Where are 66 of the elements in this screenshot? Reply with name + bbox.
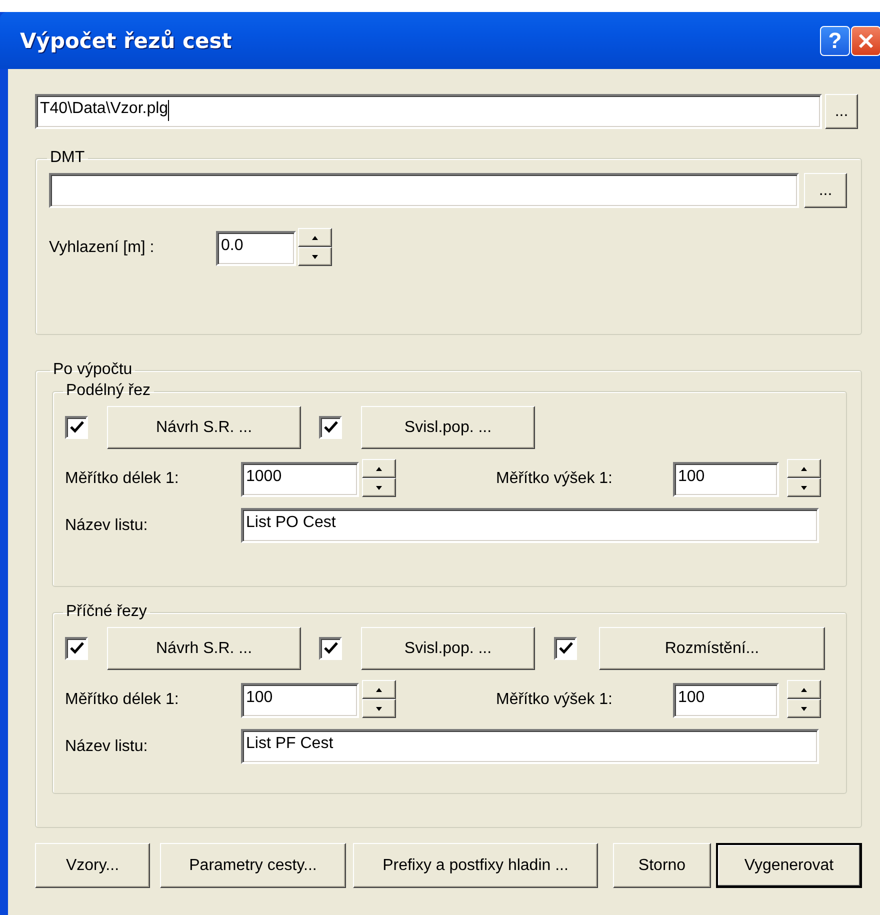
- dmt-field[interactable]: [49, 173, 799, 208]
- group-label: Podélný řez: [65, 382, 152, 400]
- up-triangle-icon: [801, 688, 807, 692]
- down-triangle-icon: [801, 706, 807, 710]
- option-button[interactable]: Svisl.pop. ...: [361, 406, 535, 449]
- scale-field[interactable]: 100: [241, 682, 359, 718]
- scale-field[interactable]: 100: [673, 682, 779, 718]
- dialog-button[interactable]: Vzory...: [35, 843, 150, 888]
- option-button[interactable]: Návrh S.R. ...: [107, 627, 301, 670]
- browse-button[interactable]: ...: [825, 94, 858, 129]
- spin-up-button[interactable]: [787, 680, 821, 699]
- spin-up-button[interactable]: [362, 459, 396, 478]
- checkbox[interactable]: [319, 637, 342, 660]
- field-label: Měřítko délek 1:: [65, 691, 179, 708]
- scale-field[interactable]: 1000: [241, 462, 359, 496]
- spin-down-button[interactable]: [362, 478, 396, 497]
- help-button[interactable]: ?: [820, 26, 850, 56]
- spin-up-button[interactable]: [362, 680, 396, 699]
- option-button[interactable]: Svisl.pop. ...: [361, 627, 535, 670]
- window-title: Výpočet řezů cest: [20, 28, 233, 52]
- spin-up-button[interactable]: [298, 228, 332, 247]
- checkbox[interactable]: [554, 637, 577, 660]
- close-icon: [857, 32, 875, 50]
- down-triangle-icon: [376, 706, 382, 710]
- field-label: Název listu:: [65, 516, 148, 534]
- checkbox[interactable]: [319, 416, 342, 439]
- spin-up-button[interactable]: [787, 459, 821, 478]
- up-triangle-icon: [312, 236, 318, 240]
- checkmark-icon: [70, 421, 84, 434]
- dialog-button[interactable]: Prefixy a postfixy hladin ...: [353, 843, 598, 888]
- browse-button[interactable]: ...: [804, 173, 847, 208]
- down-triangle-icon: [312, 254, 318, 258]
- field-label: Vyhlazení [m] :: [49, 239, 154, 256]
- up-triangle-icon: [376, 466, 382, 470]
- dialog-button[interactable]: Parametry cesty...: [160, 843, 346, 888]
- group-label: Příčné řezy: [65, 603, 148, 621]
- checkmark-icon: [324, 642, 338, 655]
- checkmark-icon: [558, 642, 572, 655]
- sheet-name-field[interactable]: List PF Cest: [241, 729, 819, 764]
- spin-down-button[interactable]: [787, 478, 821, 497]
- up-triangle-icon: [801, 466, 807, 470]
- checkbox[interactable]: [65, 637, 88, 660]
- close-button[interactable]: [851, 26, 880, 56]
- path-field[interactable]: T40\Data\Vzor.plg: [35, 94, 822, 129]
- down-triangle-icon: [801, 486, 807, 490]
- up-triangle-icon: [376, 688, 382, 692]
- checkbox[interactable]: [65, 416, 88, 439]
- option-button[interactable]: Návrh S.R. ...: [107, 406, 301, 449]
- sheet-name-field[interactable]: List PO Cest: [241, 508, 819, 543]
- down-triangle-icon: [376, 486, 382, 490]
- dialog-button[interactable]: Storno: [613, 843, 711, 888]
- field-label: Měřítko délek 1:: [65, 470, 179, 487]
- smoothing-field[interactable]: 0.0: [216, 230, 296, 266]
- checkmark-icon: [70, 642, 84, 655]
- option-button[interactable]: Rozmístění...: [599, 627, 825, 670]
- group-label: DMT: [49, 149, 86, 167]
- spin-down-button[interactable]: [298, 247, 332, 266]
- field-label: Měřítko výšek 1:: [496, 470, 612, 487]
- field-label: Měřítko výšek 1:: [496, 691, 612, 708]
- field-label: Název listu:: [65, 738, 148, 754]
- spin-down-button[interactable]: [787, 699, 821, 718]
- scale-field[interactable]: 100: [673, 462, 779, 496]
- checkmark-icon: [324, 421, 338, 434]
- group-label: Po výpočtu: [52, 361, 134, 379]
- spin-down-button[interactable]: [362, 699, 396, 718]
- dialog-button[interactable]: Vygenerovat: [716, 843, 862, 888]
